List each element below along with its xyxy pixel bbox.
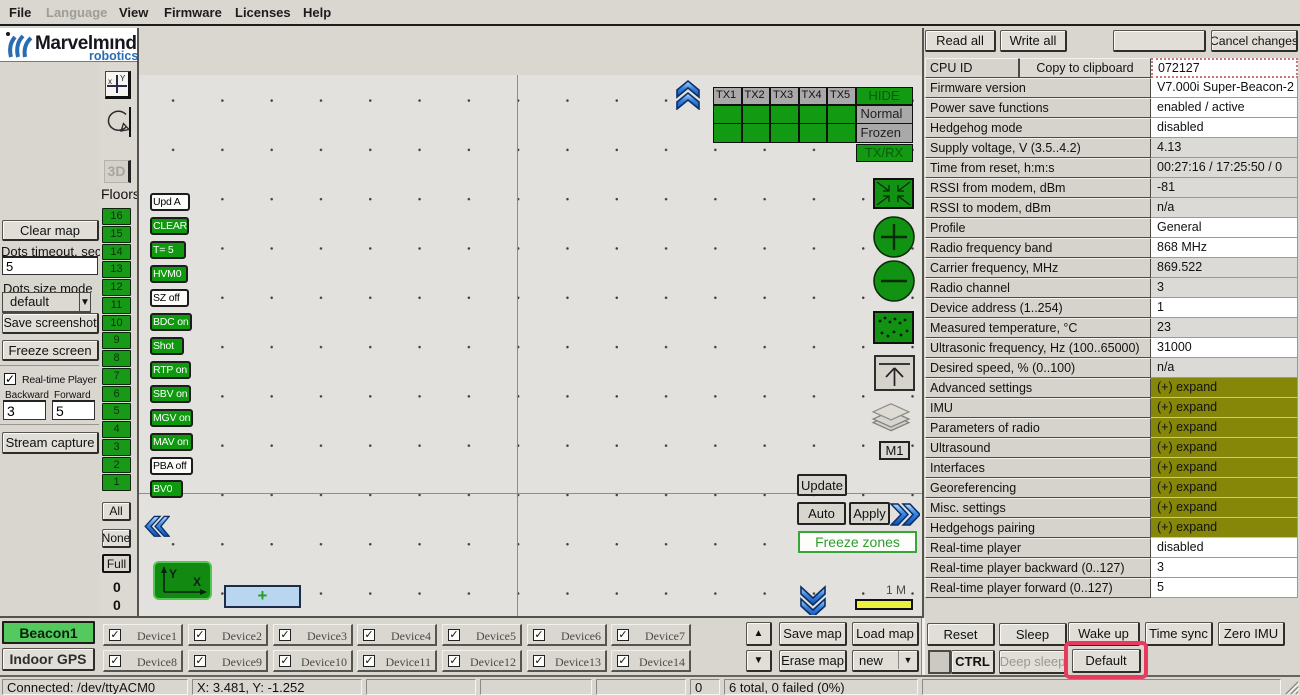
svg-text:X: X — [193, 575, 201, 589]
svg-text:x: x — [108, 77, 112, 86]
svg-text:Y: Y — [120, 74, 126, 83]
svg-text:Y: Y — [169, 567, 177, 581]
